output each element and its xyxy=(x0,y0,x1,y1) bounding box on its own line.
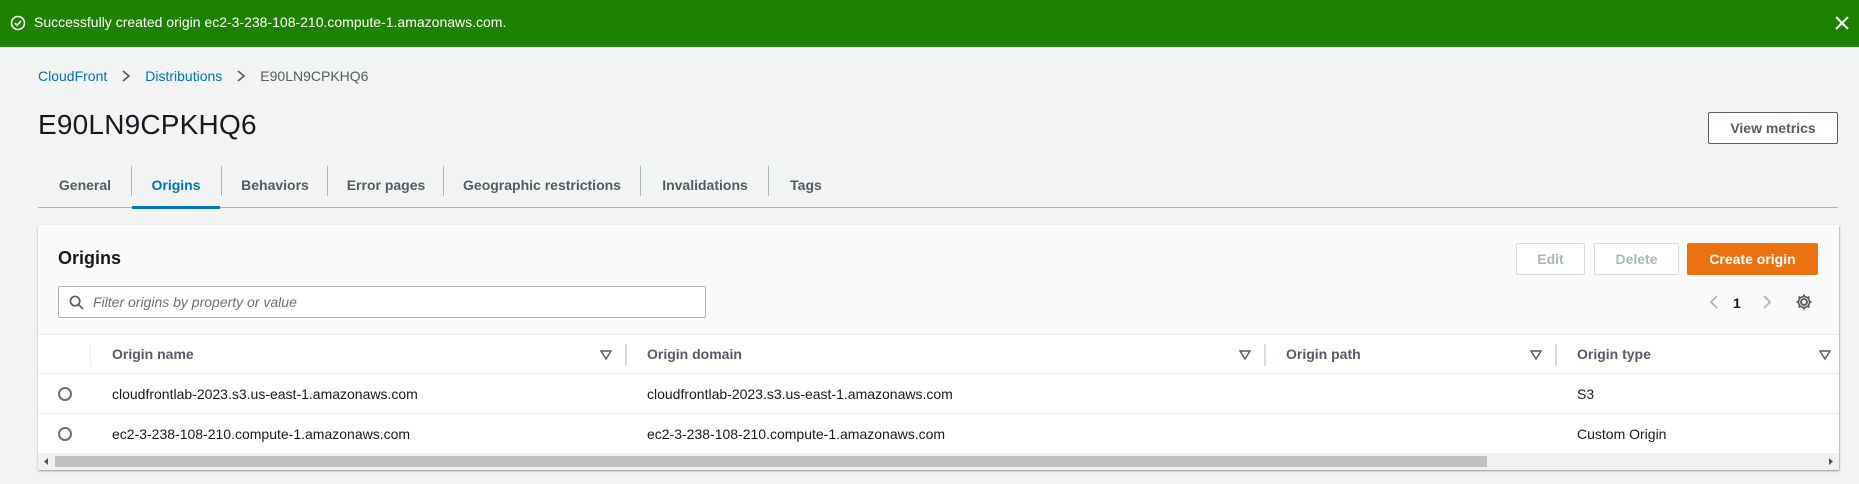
column-divider xyxy=(90,344,91,366)
breadcrumb-cloudfront[interactable]: CloudFront xyxy=(38,68,107,84)
search-icon xyxy=(69,295,84,310)
cell-origin-type: S3 xyxy=(1577,386,1595,402)
column-resizer[interactable] xyxy=(625,344,627,366)
cell-origin-domain: cloudfrontlab-2023.s3.us-east-1.amazonaw… xyxy=(647,386,953,402)
edit-button[interactable]: Edit xyxy=(1516,243,1585,275)
view-metrics-button[interactable]: View metrics xyxy=(1708,112,1838,144)
table-header: Origin name Origin domain Origin path Or… xyxy=(38,334,1839,374)
scroll-left-icon[interactable] xyxy=(38,453,55,470)
scrollbar-thumb[interactable] xyxy=(55,456,1487,467)
chevron-right-icon xyxy=(122,70,131,82)
gear-icon[interactable] xyxy=(1795,293,1813,311)
cell-origin-name: ec2-3-238-108-210.compute-1.amazonaws.co… xyxy=(112,426,411,442)
tab-behaviors[interactable]: Behaviors xyxy=(222,163,328,207)
tab-geographic-restrictions[interactable]: Geographic restrictions xyxy=(444,163,640,207)
sort-down-icon[interactable] xyxy=(1239,349,1251,361)
cell-origin-name: cloudfrontlab-2023.s3.us-east-1.amazonaw… xyxy=(112,386,418,402)
origins-container: Origins Edit Delete Create origin 1 Orig… xyxy=(38,225,1839,470)
sort-down-icon[interactable] xyxy=(1530,349,1542,361)
cell-origin-type: Custom Origin xyxy=(1577,426,1667,442)
cell-origin-domain: ec2-3-238-108-210.compute-1.amazonaws.co… xyxy=(647,426,946,442)
tab-invalidations[interactable]: Invalidations xyxy=(641,163,769,207)
create-origin-button[interactable]: Create origin xyxy=(1687,243,1818,275)
page-number[interactable]: 1 xyxy=(1733,295,1741,311)
table-row[interactable]: ec2-3-238-108-210.compute-1.amazonaws.co… xyxy=(38,414,1839,454)
origins-heading: Origins xyxy=(58,248,122,268)
flash-message: Successfully created origin ec2-3-238-10… xyxy=(34,14,507,30)
breadcrumb: CloudFront Distributions E90LN9CPKHQ6 xyxy=(38,68,368,84)
row-select-radio[interactable] xyxy=(58,427,72,441)
sort-down-icon[interactable] xyxy=(1819,349,1831,361)
chevron-right-icon xyxy=(237,70,246,82)
column-origin-type[interactable]: Origin type xyxy=(1577,346,1651,362)
column-resizer[interactable] xyxy=(1264,344,1266,366)
scroll-right-icon[interactable] xyxy=(1822,453,1839,470)
success-flash-banner: Successfully created origin ec2-3-238-10… xyxy=(0,0,1859,47)
tab-general[interactable]: General xyxy=(38,163,132,207)
tab-error-pages[interactable]: Error pages xyxy=(328,163,444,207)
breadcrumb-current: E90LN9CPKHQ6 xyxy=(260,68,369,84)
delete-button[interactable]: Delete xyxy=(1594,243,1679,275)
tab-tags[interactable]: Tags xyxy=(769,163,843,207)
search-field xyxy=(58,286,706,318)
horizontal-scrollbar[interactable] xyxy=(38,453,1839,470)
column-origin-name[interactable]: Origin name xyxy=(112,346,194,362)
close-icon[interactable] xyxy=(1833,14,1851,32)
column-resizer[interactable] xyxy=(1555,344,1557,366)
search-input[interactable] xyxy=(91,287,691,317)
chevron-left-icon[interactable] xyxy=(1708,294,1720,310)
breadcrumb-distributions[interactable]: Distributions xyxy=(145,68,222,84)
column-origin-path[interactable]: Origin path xyxy=(1286,346,1361,362)
table-row[interactable]: cloudfrontlab-2023.s3.us-east-1.amazonaw… xyxy=(38,374,1839,414)
tab-origins[interactable]: Origins xyxy=(132,163,220,209)
column-origin-domain[interactable]: Origin domain xyxy=(647,346,742,362)
tab-bar: General Origins Behaviors Error pages Ge… xyxy=(38,163,1838,209)
chevron-right-icon[interactable] xyxy=(1761,294,1773,310)
check-circle-icon xyxy=(10,15,26,31)
row-select-radio[interactable] xyxy=(58,387,72,401)
sort-down-icon[interactable] xyxy=(600,349,612,361)
page-title: E90LN9CPKHQ6 xyxy=(38,109,257,140)
